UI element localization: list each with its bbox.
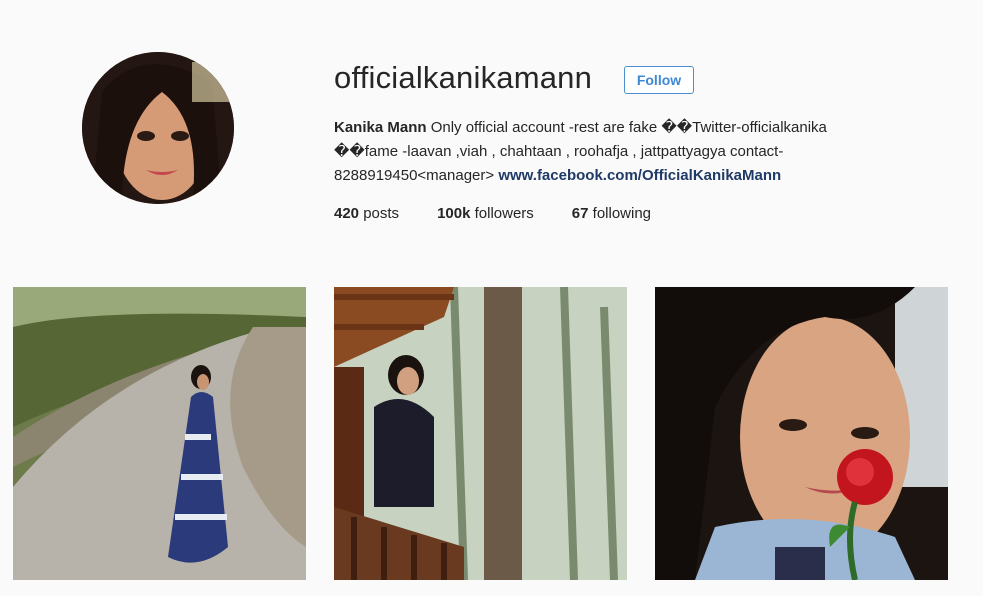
profile-bio: Kanika Mann Only official account -rest … [334, 116, 894, 188]
post-thumbnail-rose-selfie[interactable] [655, 287, 948, 580]
followers-stat[interactable]: 100k followers [437, 202, 534, 226]
following-count: 67 [571, 205, 589, 222]
profile-full-name: Kanika Mann [334, 119, 427, 136]
follow-button[interactable]: Follow [624, 66, 694, 94]
post-grid [13, 287, 948, 580]
profile-username: officialkanikamann [334, 60, 593, 95]
followers-label: followers [474, 205, 534, 222]
post-thumbnail-balcony[interactable] [334, 287, 627, 580]
following-label: following [592, 205, 652, 222]
posts-label: posts [363, 205, 400, 222]
post-thumbnail-road[interactable] [13, 287, 306, 580]
profile-avatar[interactable] [82, 52, 234, 204]
followers-count: 100k [437, 205, 471, 222]
profile-stats: 420 posts 100k followers 67 following [334, 202, 689, 226]
posts-count: 420 [334, 205, 360, 222]
following-stat[interactable]: 67 following [572, 202, 651, 226]
posts-stat: 420 posts [334, 202, 399, 226]
profile-website-link[interactable]: www.facebook.com/OfficialKanikaMann [498, 167, 781, 184]
